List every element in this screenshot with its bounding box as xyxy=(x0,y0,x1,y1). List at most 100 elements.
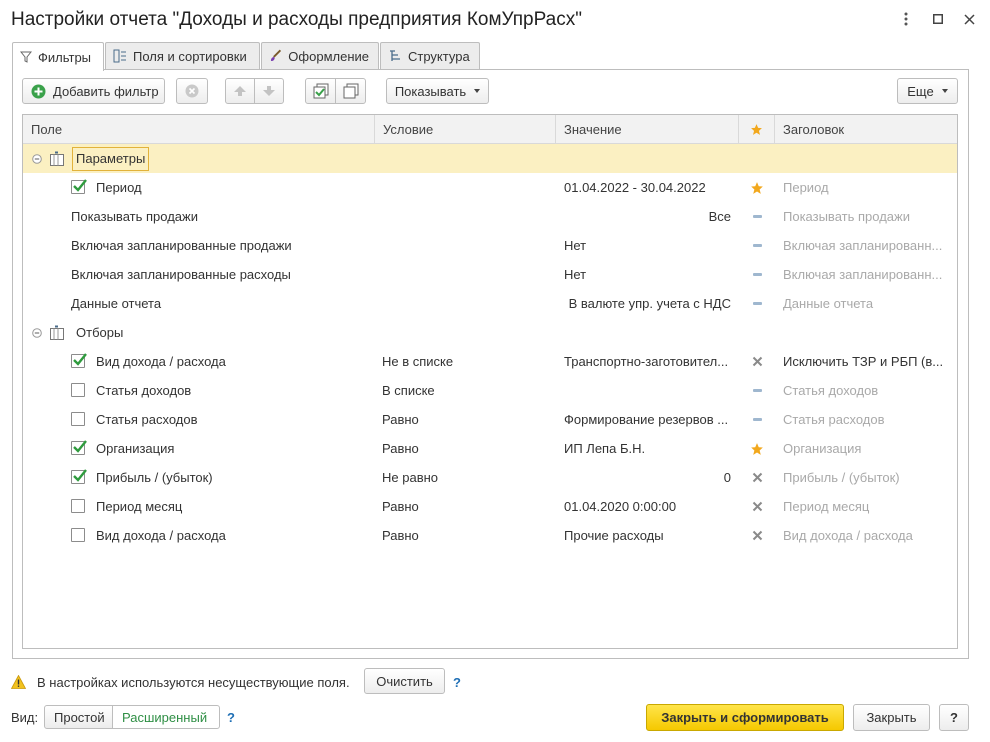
star-icon[interactable] xyxy=(739,434,775,463)
maximize-icon[interactable] xyxy=(927,8,949,30)
column-header-value[interactable]: Значение xyxy=(556,115,739,144)
group-row[interactable]: Параметры xyxy=(23,144,957,173)
cross-icon[interactable] xyxy=(739,521,775,550)
view-help-link[interactable]: ? xyxy=(227,710,235,725)
row-title[interactable]: Показывать продажи xyxy=(783,202,953,231)
dash-icon[interactable] xyxy=(739,289,775,318)
table-row[interactable]: Прибыль / (убыток) Не равно 0 Прибыль / (уб… xyxy=(23,463,957,492)
row-checkbox[interactable] xyxy=(71,469,87,484)
row-title[interactable]: Вид дохода / расхода xyxy=(783,521,953,550)
row-checkbox[interactable] xyxy=(71,412,85,426)
dash-icon[interactable] xyxy=(739,260,775,289)
row-title[interactable]: Включая запланированн... xyxy=(783,231,953,260)
delete-button[interactable] xyxy=(176,78,208,104)
tab-fields-sorting[interactable]: Поля и сортировки xyxy=(105,42,260,69)
filter-value[interactable]: Транспортно-заготовител... xyxy=(564,347,734,376)
condition-value[interactable]: В списке xyxy=(382,376,552,405)
condition-value[interactable] xyxy=(382,202,552,231)
table-row[interactable]: Вид дохода / расхода Не в списке Транспорт… xyxy=(23,347,957,376)
column-header-quick-access[interactable] xyxy=(739,115,775,144)
row-checkbox[interactable] xyxy=(71,383,85,397)
filter-value[interactable]: 01.04.2020 0:00:00 xyxy=(564,492,734,521)
move-up-button[interactable] xyxy=(225,78,255,104)
filter-value[interactable]: Все xyxy=(562,202,731,231)
star-icon[interactable] xyxy=(739,173,775,202)
row-title[interactable]: Исключить ТЗР и РБП (в... xyxy=(783,347,953,376)
filter-value[interactable] xyxy=(564,376,734,405)
condition-value[interactable]: Не равно xyxy=(382,463,552,492)
tab-appearance[interactable]: Оформление xyxy=(261,42,379,69)
move-down-button[interactable] xyxy=(254,78,284,104)
table-row[interactable]: Данные отчета В валюте упр. учета с НДС Да… xyxy=(23,289,957,318)
filter-value[interactable]: Прочие расходы xyxy=(564,521,734,550)
more-vertical-icon[interactable] xyxy=(895,8,917,30)
filter-value[interactable]: 0 xyxy=(562,463,731,492)
row-title[interactable]: Статья расходов xyxy=(783,405,953,434)
tab-filters[interactable]: Фильтры xyxy=(12,42,104,71)
column-header-field[interactable]: Поле xyxy=(23,115,375,144)
row-title[interactable]: Период xyxy=(783,173,953,202)
dash-icon[interactable] xyxy=(739,202,775,231)
dash-icon[interactable] xyxy=(739,405,775,434)
table-row[interactable]: Включая запланированные расходы Нет Включа… xyxy=(23,260,957,289)
row-title[interactable]: Статья доходов xyxy=(783,376,953,405)
table-row[interactable]: Статья расходов Равно Формирование резерво… xyxy=(23,405,957,434)
uncheck-all-button[interactable] xyxy=(335,78,366,104)
filter-value[interactable]: Нет xyxy=(564,260,734,289)
check-all-button[interactable] xyxy=(305,78,336,104)
filter-value[interactable]: Формирование резервов ... xyxy=(564,405,734,434)
group-row[interactable]: Отборы xyxy=(23,318,957,347)
table-row[interactable]: Включая запланированные продажи Нет Включа… xyxy=(23,231,957,260)
help-link[interactable]: ? xyxy=(453,675,461,690)
condition-value[interactable]: Равно xyxy=(382,405,552,434)
cross-icon[interactable] xyxy=(739,463,775,492)
dash-icon[interactable] xyxy=(739,231,775,260)
tab-structure[interactable]: Структура xyxy=(380,42,480,69)
collapse-icon[interactable] xyxy=(32,144,44,173)
column-header-condition[interactable]: Условие xyxy=(375,115,556,144)
view-extended-button[interactable]: Расширенный xyxy=(112,705,220,729)
close-and-generate-button[interactable]: Закрыть и сформировать xyxy=(646,704,844,731)
cross-icon[interactable] xyxy=(739,347,775,376)
close-icon[interactable] xyxy=(958,8,980,30)
row-checkbox[interactable] xyxy=(71,353,87,368)
close-button[interactable]: Закрыть xyxy=(853,704,930,731)
condition-value[interactable] xyxy=(382,289,552,318)
condition-value[interactable]: Равно xyxy=(382,492,552,521)
more-button[interactable]: Еще xyxy=(897,78,958,104)
condition-value[interactable]: Равно xyxy=(382,521,552,550)
condition-value[interactable]: Не в списке xyxy=(382,347,552,376)
clear-button[interactable]: Очистить xyxy=(364,668,445,694)
add-filter-button[interactable]: Добавить фильтр xyxy=(22,78,165,104)
condition-value[interactable] xyxy=(382,260,552,289)
row-checkbox[interactable] xyxy=(71,499,85,513)
dash-icon[interactable] xyxy=(739,376,775,405)
filter-value[interactable]: В валюте упр. учета с НДС xyxy=(562,289,731,318)
row-title[interactable]: Прибыль / (убыток) xyxy=(783,463,953,492)
column-header-title[interactable]: Заголовок xyxy=(775,115,957,144)
table-row[interactable]: Показывать продажи Все Показывать продажи xyxy=(23,202,957,231)
collapse-icon[interactable] xyxy=(32,318,44,347)
row-title[interactable]: Организация xyxy=(783,434,953,463)
filter-value[interactable]: 01.04.2022 - 30.04.2022 xyxy=(564,173,734,202)
condition-value[interactable]: Равно xyxy=(382,434,552,463)
help-button[interactable]: ? xyxy=(939,704,969,731)
row-title[interactable]: Включая запланированн... xyxy=(783,260,953,289)
show-dropdown-button[interactable]: Показывать xyxy=(386,78,489,104)
table-row[interactable]: Вид дохода / расхода Равно Прочие расходы В… xyxy=(23,521,957,550)
table-row[interactable]: Статья доходов В списке Статья доходов xyxy=(23,376,957,405)
view-simple-button[interactable]: Простой xyxy=(44,705,113,729)
table-row[interactable]: Организация Равно ИП Лепа Б.Н. Организация xyxy=(23,434,957,463)
condition-value[interactable] xyxy=(382,231,552,260)
row-title[interactable]: Данные отчета xyxy=(783,289,953,318)
row-checkbox[interactable] xyxy=(71,440,87,455)
cross-icon[interactable] xyxy=(739,492,775,521)
filter-value[interactable]: ИП Лепа Б.Н. xyxy=(564,434,734,463)
table-row[interactable]: Период 01.04.2022 - 30.04.2022 Период xyxy=(23,173,957,202)
row-title[interactable]: Период месяц xyxy=(783,492,953,521)
condition-value[interactable] xyxy=(382,173,552,202)
filter-value[interactable]: Нет xyxy=(564,231,734,260)
row-checkbox[interactable] xyxy=(71,179,87,194)
table-row[interactable]: Период месяц Равно 01.04.2020 0:00:00 Перио… xyxy=(23,492,957,521)
row-checkbox[interactable] xyxy=(71,528,85,542)
